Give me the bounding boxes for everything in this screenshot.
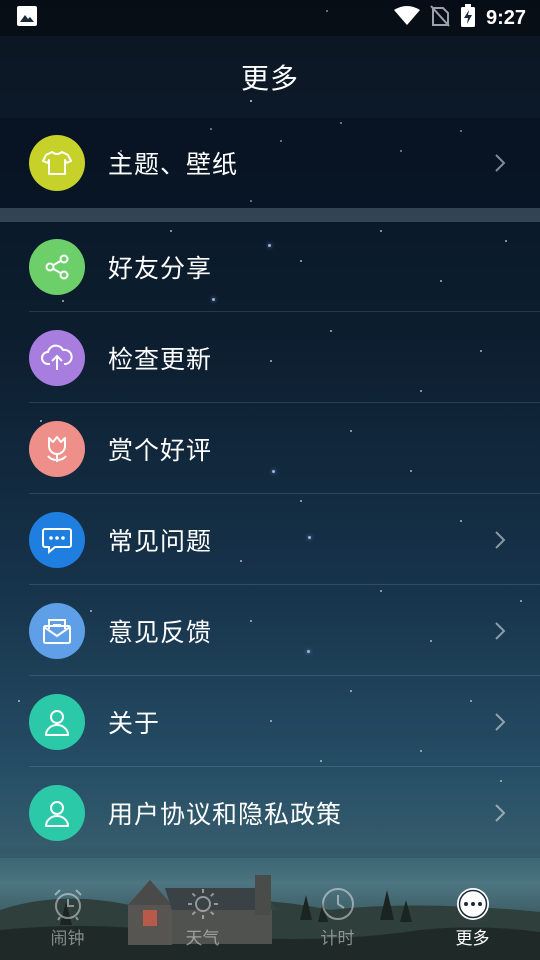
section-separator xyxy=(0,208,540,222)
nav-label: 闹钟 xyxy=(50,929,85,949)
mail-icon xyxy=(29,603,85,659)
cloud-upload-icon xyxy=(29,330,85,386)
tulip-icon xyxy=(29,421,85,477)
nav-label: 更多 xyxy=(455,929,490,949)
row-divider xyxy=(29,402,540,403)
menu-item-label: 检查更新 xyxy=(108,345,213,374)
menu-item-share[interactable]: 好友分享 xyxy=(0,222,540,312)
menu-item-label: 意见反馈 xyxy=(108,618,213,647)
menu-item-about[interactable]: 关于 xyxy=(0,677,540,767)
nav-label: 天气 xyxy=(185,929,220,949)
menu-item-label: 用户协议和隐私政策 xyxy=(108,800,343,829)
tshirt-icon xyxy=(29,135,85,191)
user-icon xyxy=(29,694,85,750)
menu-group-theme: 主题、壁纸 xyxy=(0,118,540,208)
menu-item-label: 常见问题 xyxy=(108,527,213,556)
menu-item-label: 赏个好评 xyxy=(108,436,213,465)
bottom-nav: 闹钟 天气 计时 更多 xyxy=(0,858,540,960)
menu-item-rate[interactable]: 赏个好评 xyxy=(0,404,540,494)
menu-item-privacy[interactable]: 用户协议和隐私政策 xyxy=(0,768,540,858)
status-bar: 9:27 xyxy=(0,0,540,36)
row-divider xyxy=(29,584,540,585)
chevron-right-icon xyxy=(495,531,506,549)
row-divider xyxy=(29,766,540,767)
chevron-right-icon xyxy=(495,713,506,731)
clock-icon xyxy=(321,888,354,920)
menu-item-theme[interactable]: 主题、壁纸 xyxy=(0,118,540,208)
menu-item-feedback[interactable]: 意见反馈 xyxy=(0,586,540,676)
nav-tab-timer[interactable]: 计时 xyxy=(270,858,405,960)
no-sim-icon xyxy=(430,5,450,31)
nav-tab-weather[interactable]: 天气 xyxy=(135,858,270,960)
chat-bubble-icon xyxy=(29,512,85,568)
more-icon xyxy=(456,888,489,920)
sun-icon xyxy=(187,889,218,919)
app-header: 更多 xyxy=(0,36,540,118)
chevron-right-icon xyxy=(495,804,506,822)
user-icon xyxy=(29,785,85,841)
nav-tab-alarm[interactable]: 闹钟 xyxy=(0,858,135,960)
menu-item-check-update[interactable]: 检查更新 xyxy=(0,313,540,403)
menu-item-faq[interactable]: 常见问题 xyxy=(0,495,540,585)
image-icon xyxy=(16,5,38,31)
menu-group-main: 好友分享 检查更新 赏个好评 常见问题 意见反馈 关于 用户协议和隐私政策 xyxy=(0,222,540,858)
menu-item-label: 主题、壁纸 xyxy=(108,150,239,179)
row-divider xyxy=(29,311,540,312)
row-divider xyxy=(29,493,540,494)
chevron-right-icon xyxy=(495,154,506,172)
page-title: 更多 xyxy=(240,62,299,95)
row-divider xyxy=(29,675,540,676)
battery-charging-icon xyxy=(460,4,476,32)
menu-item-label: 关于 xyxy=(108,709,161,738)
nav-label: 计时 xyxy=(320,929,355,949)
chevron-right-icon xyxy=(495,622,506,640)
alarm-clock-icon xyxy=(53,889,82,921)
menu-item-label: 好友分享 xyxy=(108,254,213,283)
share-icon xyxy=(29,239,85,295)
nav-tab-more[interactable]: 更多 xyxy=(405,858,540,960)
status-time: 9:27 xyxy=(485,6,526,29)
wifi-icon xyxy=(393,6,420,30)
